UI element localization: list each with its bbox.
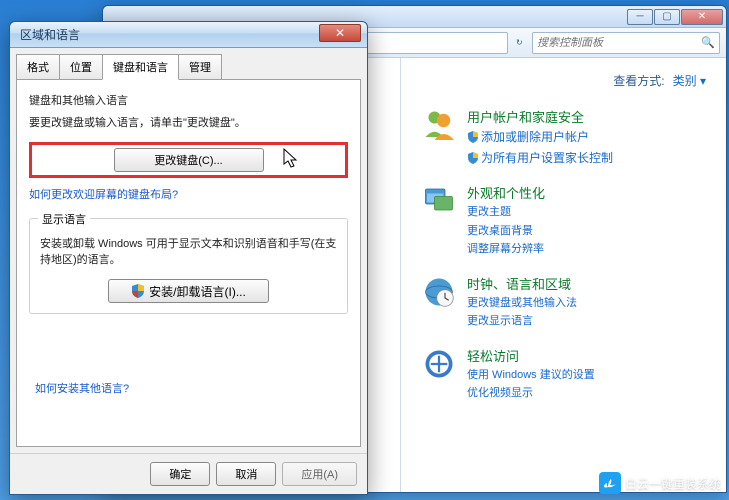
keyboard-section-desc: 要更改键盘或输入语言，请单击"更改键盘"。 [29,114,348,130]
ease-of-access-icon [421,346,457,382]
category-user-accounts: 用户帐户和家庭安全 添加或删除用户帐户 为所有用户设置家长控制 [421,107,706,167]
category-title[interactable]: 用户帐户和家庭安全 [467,107,706,126]
refresh-icon[interactable]: ↻ [516,38,528,47]
apply-button[interactable]: 应用(A) [282,462,357,486]
shield-icon [467,152,479,164]
category-link[interactable]: 为所有用户设置家长控制 [467,149,706,168]
category-link[interactable]: 更改桌面背景 [467,223,706,240]
clock-region-icon [421,274,457,310]
category-link[interactable]: 更改键盘或其他输入法 [467,295,706,312]
watermark: 白云一键重装系统 [599,472,721,494]
category-link[interactable]: 调整屏幕分辨率 [467,241,706,258]
dialog-close-button[interactable]: ✕ [319,24,361,42]
category-link[interactable]: 添加或删除用户帐户 [467,128,706,147]
tab-format[interactable]: 格式 [16,54,60,80]
display-language-heading: 显示语言 [38,211,90,227]
shield-icon [131,284,145,298]
category-link[interactable]: 更改主题 [467,204,706,221]
search-box[interactable]: 🔍 [532,32,720,54]
display-language-desc: 安装或卸载 Windows 可用于显示文本和识别语音和手写(在支持地区)的语言。 [40,235,337,267]
watermark-text: 白云一键重装系统 [625,475,721,492]
tab-strip: 格式 位置 键盘和语言 管理 [10,48,367,80]
display-language-group: 显示语言 安装或卸载 Windows 可用于显示文本和识别语音和手写(在支持地区… [29,218,348,314]
category-title[interactable]: 轻松访问 [467,346,706,365]
dialog-button-row: 确定 取消 应用(A) [10,453,367,494]
region-language-dialog: 区域和语言 ✕ 格式 位置 键盘和语言 管理 键盘和其他输入语言 要更改键盘或输… [9,21,368,495]
shield-icon [467,131,479,143]
maximize-button[interactable]: ▢ [654,9,680,25]
category-link[interactable]: 更改显示语言 [467,313,706,330]
appearance-icon [421,183,457,219]
right-pane: 查看方式: 类别 ▾ 用户帐户和家庭安全 添加或删除用户帐户 为所有用户设置家长… [401,58,726,492]
welcome-layout-link[interactable]: 如何更改欢迎屏幕的键盘布局? [29,189,178,201]
search-input[interactable] [537,37,697,49]
highlight-box: 更改键盘(C)... [29,142,348,178]
watermark-icon [599,472,621,494]
change-keyboard-button[interactable]: 更改键盘(C)... [114,148,264,172]
view-label: 查看方式: [613,72,664,89]
tab-location[interactable]: 位置 [59,54,103,80]
view-mode-link[interactable]: 类别 ▾ [673,72,706,89]
dialog-title: 区域和语言 [16,26,319,43]
dialog-titlebar[interactable]: 区域和语言 ✕ [10,22,367,48]
category-clock-region: 时钟、语言和区域 更改键盘或其他输入法 更改显示语言 [421,274,706,330]
search-icon: 🔍 [701,36,715,49]
tab-admin[interactable]: 管理 [178,54,222,80]
cancel-button[interactable]: 取消 [216,462,276,486]
category-appearance: 外观和个性化 更改主题 更改桌面背景 调整屏幕分辨率 [421,183,706,258]
category-link[interactable]: 使用 Windows 建议的设置 [467,367,706,384]
install-language-button[interactable]: 安装/卸载语言(I)... [108,279,269,303]
ok-button[interactable]: 确定 [150,462,210,486]
close-button[interactable]: ✕ [681,9,723,25]
keyboard-section-heading: 键盘和其他输入语言 [29,92,348,108]
category-link[interactable]: 优化视频显示 [467,385,706,402]
user-accounts-icon [421,107,457,143]
install-other-languages-link[interactable]: 如何安装其他语言? [35,383,129,395]
category-title[interactable]: 时钟、语言和区域 [467,274,706,293]
tab-panel: 键盘和其他输入语言 要更改键盘或输入语言，请单击"更改键盘"。 更改键盘(C).… [16,79,361,447]
view-mode-row: 查看方式: 类别 ▾ [421,72,706,89]
minimize-button[interactable]: ─ [627,9,653,25]
tab-keyboard-language[interactable]: 键盘和语言 [102,54,179,80]
category-ease-of-access: 轻松访问 使用 Windows 建议的设置 优化视频显示 [421,346,706,402]
category-title[interactable]: 外观和个性化 [467,183,706,202]
